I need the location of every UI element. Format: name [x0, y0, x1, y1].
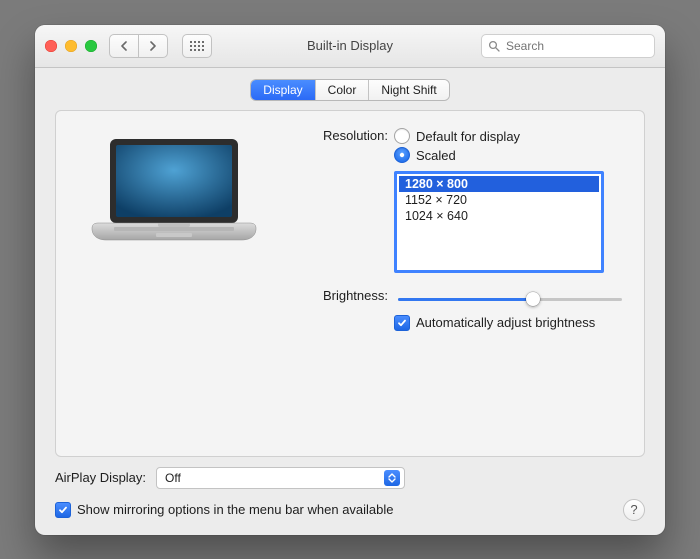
window-controls: [45, 40, 97, 52]
search-field[interactable]: [481, 34, 655, 58]
search-icon: [488, 40, 500, 52]
zoom-window-button[interactable]: [85, 40, 97, 52]
resolution-list[interactable]: 1280 × 800 1152 × 720 1024 × 640: [394, 171, 604, 273]
tab-bar: Display Color Night Shift: [251, 80, 448, 100]
preferences-window: Built-in Display Display Color Night Shi…: [35, 25, 665, 535]
resolution-option[interactable]: 1152 × 720: [399, 192, 599, 208]
mirroring-label: Show mirroring options in the menu bar w…: [77, 502, 394, 517]
chevron-left-icon: [120, 41, 128, 51]
brightness-slider[interactable]: [394, 291, 626, 307]
resolution-label: Resolution:: [292, 127, 394, 273]
settings-right: Resolution: Default for display Scaled: [292, 127, 626, 337]
auto-brightness-label: Automatically adjust brightness: [416, 315, 595, 330]
display-preview: [74, 127, 274, 337]
close-window-button[interactable]: [45, 40, 57, 52]
content-area: Display Color Night Shift: [35, 68, 665, 535]
show-all-button[interactable]: [182, 34, 212, 58]
titlebar: Built-in Display: [35, 25, 665, 68]
resolution-option[interactable]: 1024 × 640: [399, 208, 599, 224]
minimize-window-button[interactable]: [65, 40, 77, 52]
footer-area: AirPlay Display: Off Show mirroring opti…: [55, 467, 645, 521]
popup-arrows-icon: [384, 470, 400, 486]
help-button[interactable]: ?: [623, 499, 645, 521]
tab-night-shift[interactable]: Night Shift: [369, 80, 448, 100]
resolution-scaled-radio[interactable]: Scaled: [394, 146, 626, 165]
resolution-scaled-label: Scaled: [416, 146, 456, 165]
tab-display[interactable]: Display: [251, 80, 315, 100]
mirroring-checkbox[interactable]: Show mirroring options in the menu bar w…: [55, 502, 394, 518]
auto-brightness-checkbox[interactable]: Automatically adjust brightness: [394, 315, 626, 331]
resolution-default-radio[interactable]: Default for display: [394, 127, 626, 146]
nav-buttons: [109, 34, 168, 58]
chevron-right-icon: [149, 41, 157, 51]
resolution-option[interactable]: 1280 × 800: [399, 176, 599, 192]
grid-icon: [190, 41, 204, 51]
airplay-label: AirPlay Display:: [55, 470, 146, 485]
airplay-value: Off: [165, 471, 181, 485]
back-button[interactable]: [109, 34, 139, 58]
airplay-popup[interactable]: Off: [156, 467, 405, 489]
brightness-label: Brightness:: [292, 287, 394, 331]
resolution-default-label: Default for display: [416, 127, 520, 146]
display-panel: Resolution: Default for display Scaled: [55, 110, 645, 457]
laptop-icon: [84, 135, 264, 255]
tab-color[interactable]: Color: [316, 80, 370, 100]
search-input[interactable]: [504, 38, 648, 54]
forward-button[interactable]: [138, 34, 168, 58]
